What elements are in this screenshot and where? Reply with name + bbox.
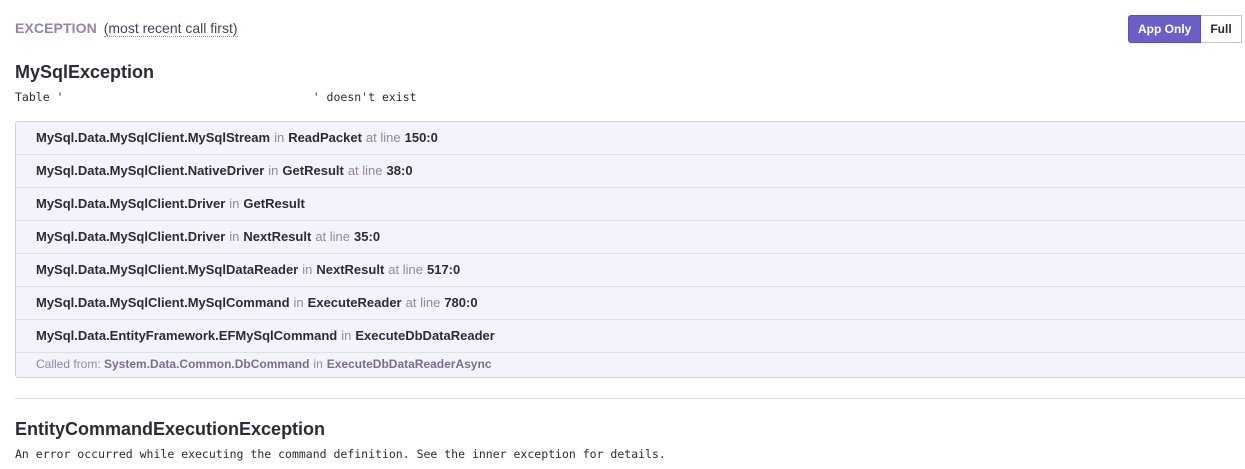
stack-frames: MySql.Data.MySqlClient.MySqlStream in Read… bbox=[15, 121, 1245, 378]
frame-line: 150:0 bbox=[404, 130, 438, 145]
frame-function: ExecuteReader bbox=[307, 295, 402, 310]
called-from-row[interactable]: Called from: System.Data.Common.DbComman… bbox=[16, 353, 1245, 377]
stacktrace-page: EXCEPTION (most recent call first) App O… bbox=[0, 0, 1245, 469]
frame-module: MySql.Data.EntityFramework.EFMySqlComman… bbox=[36, 328, 338, 343]
exception-header: EXCEPTION (most recent call first) bbox=[15, 19, 238, 37]
exception-type: EntityCommandExecutionException bbox=[15, 419, 326, 439]
frame-function: NextResult bbox=[243, 229, 312, 244]
frame-module: MySql.Data.MySqlClient.MySqlStream bbox=[36, 130, 271, 145]
frame-at: at line bbox=[365, 130, 401, 145]
frame-line: 517:0 bbox=[426, 262, 461, 277]
frame-module: MySql.Data.MySqlClient.MySqlCommand bbox=[36, 295, 290, 310]
frame-in: in bbox=[341, 328, 352, 343]
frame-function: GetResult bbox=[243, 196, 305, 211]
frame-filter-toggle: App Only Full bbox=[1128, 15, 1242, 43]
exception-divider bbox=[15, 398, 1245, 399]
called-from-prefix: Called from: bbox=[36, 357, 101, 371]
stack-frame[interactable]: MySql.Data.MySqlClient.MySqlCommand in Exe… bbox=[16, 287, 1245, 320]
frame-line: 35:0 bbox=[354, 229, 381, 244]
frame-in: in bbox=[268, 163, 279, 178]
frame-module: MySql.Data.MySqlClient.Driver bbox=[36, 196, 226, 211]
frame-function: NextResult bbox=[316, 262, 385, 277]
frame-in: in bbox=[229, 229, 240, 244]
exception-message: An error occurred while executing the co… bbox=[15, 447, 666, 461]
exception-type: MySqlException bbox=[15, 62, 155, 82]
stack-frame[interactable]: MySql.Data.MySqlClient.MySqlStream in Read… bbox=[16, 122, 1245, 155]
called-from-in: in bbox=[313, 357, 323, 371]
frame-at: at line bbox=[388, 262, 423, 277]
frame-in: in bbox=[274, 130, 285, 145]
frame-module: MySql.Data.MySqlClient.NativeDriver bbox=[36, 163, 265, 178]
frame-line: 780:0 bbox=[444, 295, 478, 310]
frame-in: in bbox=[293, 295, 304, 310]
full-button[interactable]: Full bbox=[1201, 15, 1242, 43]
exception-message: Table ' ' doesn't exist bbox=[15, 90, 417, 104]
app-only-button[interactable]: App Only bbox=[1128, 15, 1202, 43]
stack-frame[interactable]: MySql.Data.EntityFramework.EFMySqlComman… bbox=[16, 320, 1245, 353]
frame-at: at line bbox=[347, 163, 383, 178]
call-order-hint[interactable]: (most recent call first) bbox=[103, 20, 238, 37]
called-from-module: System.Data.Common.DbCommand bbox=[104, 357, 310, 371]
stack-frame[interactable]: MySql.Data.MySqlClient.NativeDriver in Get… bbox=[16, 155, 1245, 188]
frame-line: 38:0 bbox=[386, 163, 413, 178]
stack-frame[interactable]: MySql.Data.MySqlClient.Driver in GetResult bbox=[16, 188, 1245, 221]
frame-at: at line bbox=[405, 295, 441, 310]
frame-function: GetResult bbox=[282, 163, 344, 178]
frame-module: MySql.Data.MySqlClient.MySqlDataReader bbox=[36, 262, 299, 277]
called-from-function: ExecuteDbDataReaderAsync bbox=[326, 357, 492, 371]
frame-at: at line bbox=[315, 229, 351, 244]
frame-function: ReadPacket bbox=[288, 130, 362, 145]
exception-header-label: EXCEPTION bbox=[15, 20, 97, 36]
stack-frame[interactable]: MySql.Data.MySqlClient.MySqlDataReader in… bbox=[16, 254, 1245, 287]
frame-module: MySql.Data.MySqlClient.Driver bbox=[36, 229, 226, 244]
stack-frame[interactable]: MySql.Data.MySqlClient.Driver in NextResul… bbox=[16, 221, 1245, 254]
frame-in: in bbox=[302, 262, 313, 277]
frame-function: ExecuteDbDataReader bbox=[355, 328, 495, 343]
frame-in: in bbox=[229, 196, 240, 211]
